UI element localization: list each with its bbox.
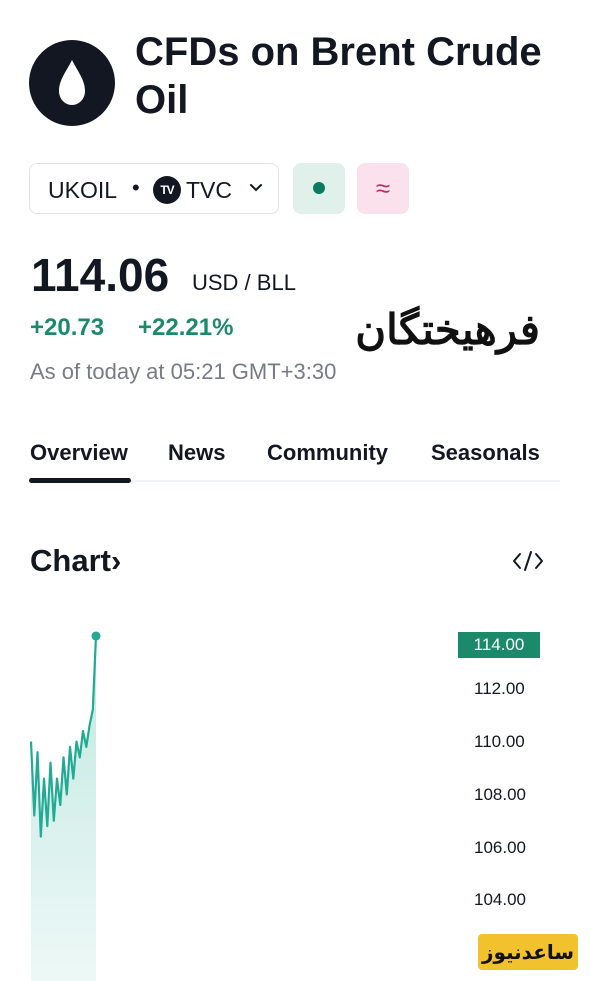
embed-code-icon[interactable] <box>511 548 545 574</box>
symbol-selector[interactable]: UKOIL • TV TVC <box>29 163 279 214</box>
tab-news[interactable]: News <box>168 440 225 466</box>
y-axis-tick-label: 108.00 <box>474 785 526 804</box>
symbol-ticker: UKOIL <box>48 177 118 203</box>
price-currency: USD / BLL <box>192 270 296 295</box>
y-axis-tick-label: 104.00 <box>474 890 526 909</box>
chevron-right-icon: › <box>110 543 122 578</box>
tab-community[interactable]: Community <box>267 440 388 466</box>
last-price-point <box>91 631 101 641</box>
symbol-exchange: TVC <box>186 177 232 203</box>
last-price: 114.06 <box>31 249 170 301</box>
chart-section-link[interactable]: Chart› <box>30 543 121 579</box>
price-change-absolute: +20.73 <box>30 314 105 341</box>
oil-drop-icon <box>59 60 85 105</box>
tradingview-icon: TV <box>153 176 181 204</box>
y-axis-tick-label: 106.00 <box>474 838 526 857</box>
newspaper-watermark: فرهیختگان <box>355 305 540 354</box>
chevron-down-icon <box>250 184 262 192</box>
quote-timestamp: As of today at 05:21 GMT+3:30 <box>30 359 337 384</box>
symbol-separator: • <box>132 175 140 200</box>
chart-section-title: Chart <box>30 543 111 578</box>
tab-overview[interactable]: Overview <box>30 440 128 466</box>
page-title: CFDs on Brent Crude Oil <box>135 30 542 122</box>
y-axis-tick-label: 110.00 <box>474 732 525 751</box>
price-change-percent: +22.21% <box>138 314 234 341</box>
brent-logo <box>29 40 115 126</box>
news-site-badge: ساعدنیوز <box>478 934 578 970</box>
active-tab-indicator <box>29 478 131 483</box>
tab-seasonals[interactable]: Seasonals <box>431 440 540 466</box>
current-price-tag: 114.00 <box>458 632 540 658</box>
market-status-button[interactable] <box>293 163 345 214</box>
market-open-dot-icon <box>313 182 325 194</box>
approx-button[interactable]: ≈ <box>357 163 409 214</box>
y-axis-tick-label: 112.00 <box>474 679 525 698</box>
